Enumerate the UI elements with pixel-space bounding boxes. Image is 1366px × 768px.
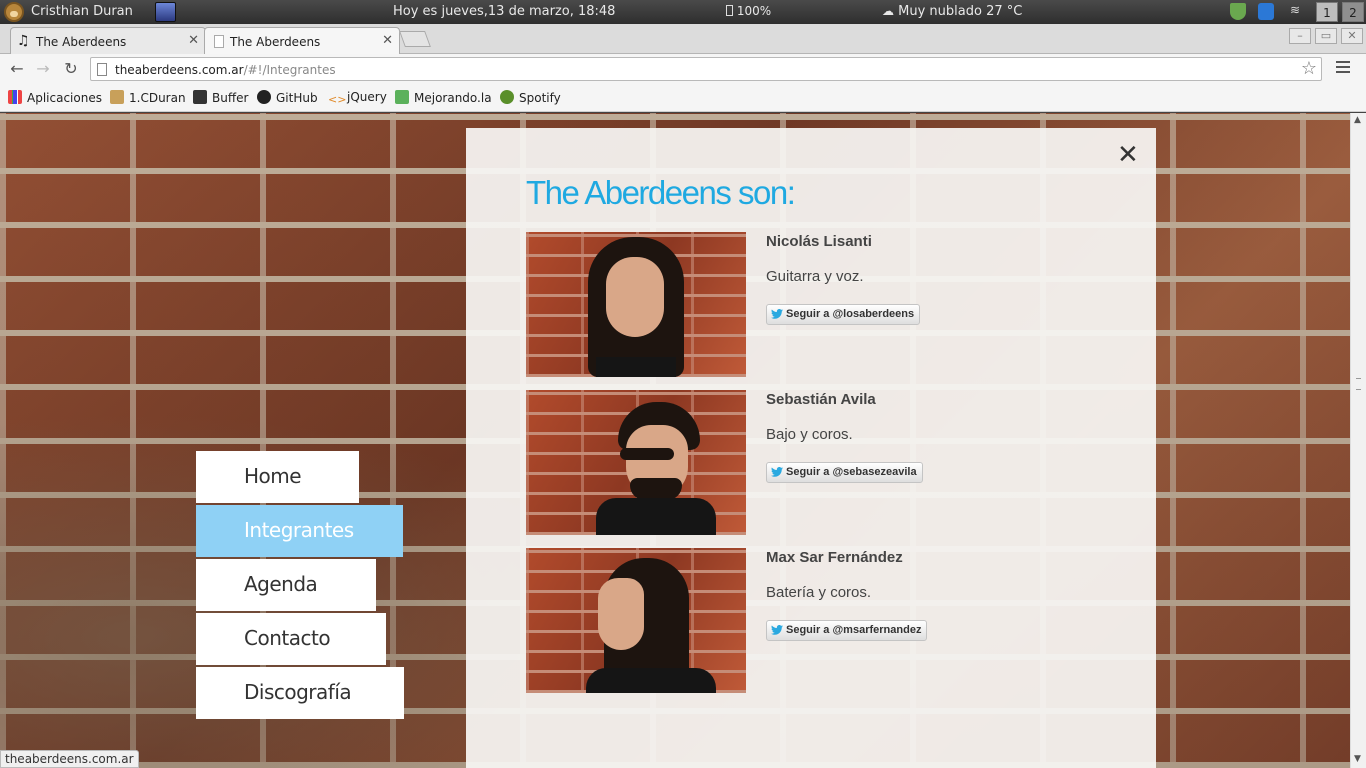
follow-label: Seguir a @msarfernandez [786, 624, 922, 636]
apps-grid-icon [8, 90, 22, 104]
nav-integrantes[interactable]: Integrantes [196, 505, 403, 557]
follow-label: Seguir a @sebasezeavila [786, 466, 917, 478]
bookmark-label: Buffer [212, 91, 249, 105]
wifi-icon[interactable]: ≋ [1287, 3, 1303, 20]
mejorandola-icon [395, 90, 409, 104]
spotify-icon [500, 90, 514, 104]
bookmark-1-cduran[interactable]: 1.CDuran [110, 90, 186, 105]
tab-title: The Aberdeens [230, 35, 321, 49]
bookmark-aplicaciones[interactable]: Aplicaciones [8, 90, 102, 105]
member-card: Max Sar Fernández Batería y coros. Segui… [526, 548, 1126, 693]
url-path: /#!/Integrantes [243, 63, 336, 77]
page-icon [97, 63, 107, 76]
member-photo [526, 390, 746, 535]
nav-home[interactable]: Home [196, 451, 359, 503]
shield-icon[interactable] [1230, 3, 1246, 20]
folder-icon [110, 90, 124, 104]
tab-strip: ♫ The Aberdeens ✕ The Aberdeens ✕ [0, 24, 1366, 54]
bookmark-buffer[interactable]: Buffer [193, 90, 248, 105]
battery-indicator[interactable]: 100% [726, 4, 771, 18]
bookmark-spotify[interactable]: Spotify [500, 90, 561, 105]
member-name: Sebastián Avila [766, 391, 876, 408]
member-photo [526, 232, 746, 377]
twitter-follow-button[interactable]: Seguir a @sebasezeavila [766, 462, 923, 483]
page-icon [214, 35, 224, 48]
launcher-icon[interactable] [155, 2, 176, 22]
battery-icon [726, 5, 733, 16]
scroll-grip[interactable] [1356, 378, 1361, 390]
bookmark-label: Spotify [519, 91, 561, 105]
dropbox-icon[interactable] [1258, 3, 1274, 20]
member-photo [526, 548, 746, 693]
scroll-down-icon[interactable]: ▼ [1354, 754, 1361, 764]
workspace-1[interactable]: 1 [1316, 2, 1338, 22]
workspace-2[interactable]: 2 [1342, 2, 1364, 22]
scroll-up-icon[interactable]: ▲ [1354, 115, 1361, 125]
github-icon [257, 90, 271, 104]
browser-menu-icon[interactable] [1336, 61, 1350, 76]
bookmark-jquery[interactable]: <>jQuery [328, 90, 387, 107]
user-name[interactable]: Cristhian Duran [31, 4, 133, 19]
status-bubble: theaberdeens.com.ar [0, 750, 139, 768]
bookmark-label: Aplicaciones [27, 91, 102, 105]
bookmark-star-icon[interactable]: ☆ [1301, 58, 1317, 79]
tab-title: The Aberdeens [36, 35, 127, 49]
tab-the-aberdeens-2[interactable]: The Aberdeens ✕ [204, 27, 400, 54]
member-name: Nicolás Lisanti [766, 233, 872, 250]
cloud-icon: ☁ [882, 4, 894, 18]
bookmarks-bar: Aplicaciones 1.CDuran Buffer GitHub <>jQ… [0, 84, 1366, 112]
datetime[interactable]: Hoy es jueves,13 de marzo, 18:48 [393, 4, 615, 19]
close-icon[interactable]: ✕ [1117, 142, 1139, 168]
forward-arrow-icon[interactable]: → [32, 59, 54, 79]
music-note-icon: ♫ [17, 33, 30, 49]
maximize-button[interactable]: ▭ [1315, 28, 1337, 44]
members-panel: ✕ The Aberdeens son: Nicolás Lisanti Gui… [466, 128, 1156, 768]
follow-label: Seguir a @losaberdeens [786, 308, 915, 320]
bookmark-mejorando-la[interactable]: Mejorando.la [395, 90, 492, 105]
member-card: Sebastián Avila Bajo y coros. Seguir a @… [526, 390, 1126, 535]
panel-title: The Aberdeens son: [526, 174, 796, 211]
bookmark-label: GitHub [276, 91, 318, 105]
bookmark-label: jQuery [347, 90, 387, 104]
twitter-follow-button[interactable]: Seguir a @losaberdeens [766, 304, 921, 325]
twitter-bird-icon [771, 467, 783, 477]
bookmark-github[interactable]: GitHub [257, 90, 318, 105]
tab-close-icon[interactable]: ✕ [382, 33, 393, 48]
address-bar[interactable]: theaberdeens.com.ar/#!/Integrantes ☆ [90, 57, 1322, 81]
weather-text: Muy nublado 27 °C [898, 4, 1023, 19]
back-arrow-icon[interactable]: ← [6, 59, 28, 79]
member-role: Bajo y coros. [766, 426, 853, 443]
bookmark-label: 1.CDuran [129, 91, 186, 105]
nav-agenda[interactable]: Agenda [196, 559, 376, 611]
page-scrollbar[interactable]: ▲ ▼ [1350, 113, 1366, 768]
twitter-follow-button[interactable]: Seguir a @msarfernandez [766, 620, 928, 641]
system-panel: Cristhian Duran Hoy es jueves,13 de marz… [0, 0, 1366, 24]
member-role: Batería y coros. [766, 584, 872, 601]
minimize-button[interactable]: – [1289, 28, 1311, 44]
nav-contacto[interactable]: Contacto [196, 613, 386, 665]
bookmark-label: Mejorando.la [414, 91, 492, 105]
buffer-icon [193, 90, 207, 104]
nav-discografia[interactable]: Discografía [196, 667, 404, 719]
page-viewport: Home Integrantes Agenda Contacto Discogr… [0, 113, 1350, 768]
tab-close-icon[interactable]: ✕ [188, 33, 199, 48]
battery-level: 100% [736, 4, 772, 18]
member-name: Max Sar Fernández [766, 549, 903, 566]
url-host: theaberdeens.com.ar [115, 63, 244, 77]
reload-icon[interactable]: ↻ [60, 59, 82, 79]
tab-the-aberdeens-1[interactable]: ♫ The Aberdeens ✕ [10, 27, 206, 54]
weather-indicator[interactable]: ☁ Muy nublado 27 °C [882, 4, 1022, 19]
new-tab-button[interactable] [399, 31, 431, 47]
browser-toolbar: ← → ↻ theaberdeens.com.ar/#!/Integrantes… [0, 54, 1366, 84]
user-avatar-icon[interactable] [4, 2, 24, 22]
jquery-icon: <> [328, 93, 347, 106]
twitter-bird-icon [771, 625, 783, 635]
close-window-button[interactable]: ✕ [1341, 28, 1363, 44]
twitter-bird-icon [771, 309, 783, 319]
address-url[interactable]: theaberdeens.com.ar/#!/Integrantes [115, 63, 336, 77]
member-role: Guitarra y voz. [766, 268, 864, 285]
member-card: Nicolás Lisanti Guitarra y voz. Seguir a… [526, 232, 1126, 377]
